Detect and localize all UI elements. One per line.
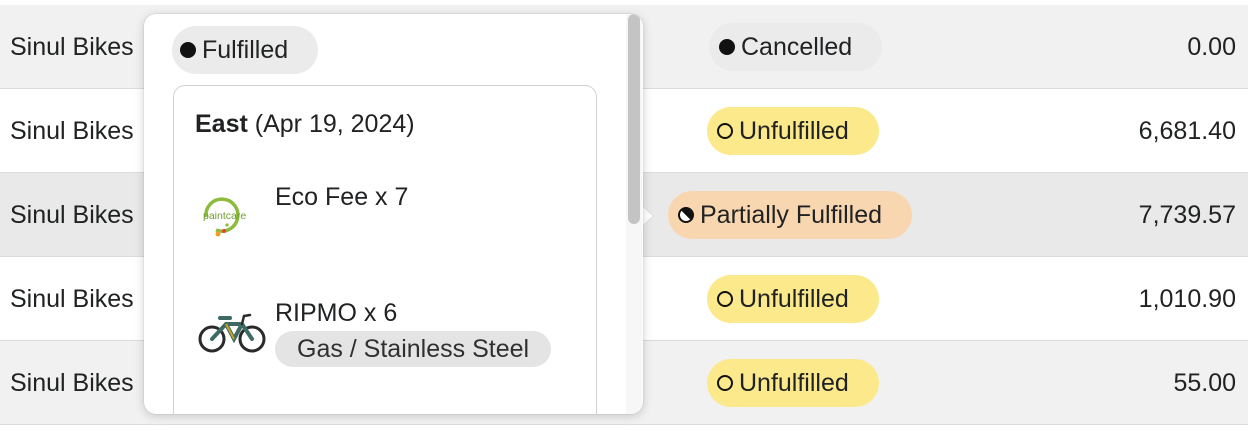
order-total: 6,681.40 bbox=[1138, 117, 1236, 145]
paintcare-logo-text: paintcare bbox=[203, 210, 246, 222]
customer-name: Sinul Bikes bbox=[10, 33, 134, 61]
fulfillment-status-badge[interactable]: Unfulfilled bbox=[707, 275, 879, 323]
fulfilled-status-badge: Fulfilled bbox=[172, 26, 319, 74]
empty-circle-icon bbox=[717, 375, 733, 391]
order-total: 0.00 bbox=[1187, 33, 1236, 61]
line-item-name: Eco Fee x 7 bbox=[275, 183, 409, 211]
status-label: Partially Fulfilled bbox=[700, 200, 883, 229]
order-total: 1,010.90 bbox=[1138, 285, 1236, 313]
fulfillment-status-badge[interactable]: Partially Fulfilled bbox=[668, 191, 913, 239]
status-label: Unfulfilled bbox=[739, 116, 849, 145]
fulfillment-status-badge[interactable]: Unfulfilled bbox=[707, 359, 879, 407]
location-name: East bbox=[195, 110, 248, 138]
variant-tag: Gas / Stainless Steel bbox=[275, 331, 552, 367]
status-label: Unfulfilled bbox=[739, 284, 849, 313]
status-label: Fulfilled bbox=[202, 35, 289, 64]
scrollbar-thumb[interactable] bbox=[628, 14, 640, 224]
customer-name: Sinul Bikes bbox=[10, 117, 134, 145]
mountain-bike-image bbox=[196, 304, 270, 360]
line-item-name: RIPMO x 6 bbox=[275, 299, 398, 327]
popover-scrollbar[interactable] bbox=[626, 14, 642, 414]
customer-name: Sinul Bikes bbox=[10, 201, 134, 229]
empty-circle-icon bbox=[717, 123, 733, 139]
order-total: 7,739.57 bbox=[1138, 201, 1236, 229]
filled-circle-icon bbox=[719, 39, 735, 55]
fulfillment-popover: Fulfilled East (Apr 19, 2024) paintcare … bbox=[144, 14, 643, 414]
half-circle-icon bbox=[674, 203, 698, 227]
customer-name: Sinul Bikes bbox=[10, 369, 134, 397]
location-date: (Apr 19, 2024) bbox=[254, 110, 415, 138]
status-label: Unfulfilled bbox=[739, 368, 849, 397]
filled-circle-icon bbox=[180, 42, 196, 58]
fulfillment-status-badge[interactable]: Cancelled bbox=[709, 23, 883, 71]
fulfillment-status-badge[interactable]: Unfulfilled bbox=[707, 107, 879, 155]
order-total: 55.00 bbox=[1173, 369, 1236, 397]
customer-name: Sinul Bikes bbox=[10, 285, 134, 313]
location-heading: East (Apr 19, 2024) bbox=[195, 110, 415, 139]
empty-circle-icon bbox=[717, 291, 733, 307]
status-label: Cancelled bbox=[741, 32, 853, 61]
paintcare-logo-icon: paintcare bbox=[196, 189, 270, 245]
fulfillment-card: East (Apr 19, 2024) paintcare Eco Fee x … bbox=[173, 85, 597, 414]
